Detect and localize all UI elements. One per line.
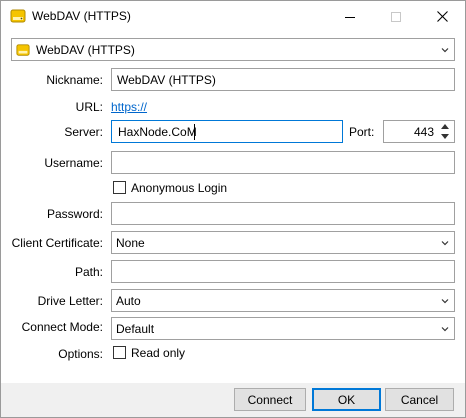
- maximize-icon: [391, 11, 401, 22]
- port-label: Port:: [349, 125, 375, 139]
- connect-button-label: Connect: [247, 392, 293, 407]
- window-title: WebDAV (HTTPS): [32, 9, 131, 23]
- maximize-button[interactable]: [373, 1, 419, 32]
- dialog-body: WebDAV (HTTPS) Nickname: WebDAV (HTTPS) …: [1, 32, 465, 383]
- ok-button[interactable]: OK: [312, 388, 381, 411]
- url-label: URL:: [75, 100, 103, 114]
- drive-icon: [16, 44, 30, 56]
- profile-select[interactable]: WebDAV (HTTPS): [11, 38, 455, 61]
- password-input[interactable]: [111, 202, 455, 225]
- port-stepper[interactable]: 443: [383, 120, 455, 143]
- username-label: Username:: [44, 156, 103, 170]
- minimize-icon: [345, 16, 355, 18]
- client-certificate-select[interactable]: None: [111, 231, 455, 254]
- text-caret: [194, 124, 195, 140]
- server-label: Server:: [64, 125, 103, 139]
- connect-mode-select[interactable]: Default: [111, 317, 455, 340]
- server-input[interactable]: HaxNode.CoM: [111, 120, 343, 143]
- anonymous-login-checkbox[interactable]: [113, 181, 126, 194]
- cancel-button-label: Cancel: [400, 392, 439, 407]
- close-button[interactable]: [419, 1, 465, 32]
- nickname-value: WebDAV (HTTPS): [117, 73, 216, 87]
- chevron-down-icon: [441, 48, 449, 53]
- read-only-label: Read only: [131, 346, 186, 360]
- drive-letter-select[interactable]: Auto: [111, 289, 455, 312]
- drive-letter-label: Drive Letter:: [37, 294, 103, 308]
- drive-icon: [10, 9, 26, 23]
- connect-mode-value: Default: [116, 322, 155, 336]
- title-bar: WebDAV (HTTPS): [1, 1, 465, 32]
- chevron-down-icon: [441, 327, 449, 332]
- profile-select-value: WebDAV (HTTPS): [36, 43, 135, 57]
- connect-mode-label: Connect Mode:: [21, 320, 103, 334]
- minimize-button[interactable]: [327, 1, 373, 32]
- anonymous-login-label: Anonymous Login: [131, 181, 228, 195]
- chevron-down-icon: [441, 299, 449, 304]
- password-label: Password:: [46, 207, 103, 221]
- ok-button-label: OK: [337, 392, 356, 407]
- username-input[interactable]: [111, 151, 455, 174]
- nickname-label: Nickname:: [46, 73, 103, 87]
- spinner-arrows-icon[interactable]: [437, 121, 453, 142]
- nickname-input[interactable]: WebDAV (HTTPS): [111, 68, 455, 91]
- url-link[interactable]: https://: [111, 100, 147, 114]
- path-input[interactable]: [111, 260, 455, 283]
- drive-letter-value: Auto: [116, 294, 141, 308]
- cancel-button[interactable]: Cancel: [385, 388, 454, 411]
- read-only-checkbox[interactable]: [113, 346, 126, 359]
- port-value: 443: [413, 125, 434, 139]
- client-certificate-label: Client Certificate:: [11, 236, 103, 250]
- client-certificate-value: None: [116, 236, 145, 250]
- server-value: HaxNode.CoM: [118, 125, 197, 139]
- close-icon: [436, 11, 448, 22]
- path-label: Path:: [74, 265, 103, 279]
- webdav-dialog: WebDAV (HTTPS) WebDAV (HTTPS) Nickname: …: [0, 0, 466, 418]
- connect-button[interactable]: Connect: [234, 388, 306, 411]
- chevron-down-icon: [441, 241, 449, 246]
- options-label: Options:: [58, 347, 103, 361]
- dialog-footer: Connect OK Cancel: [1, 383, 465, 417]
